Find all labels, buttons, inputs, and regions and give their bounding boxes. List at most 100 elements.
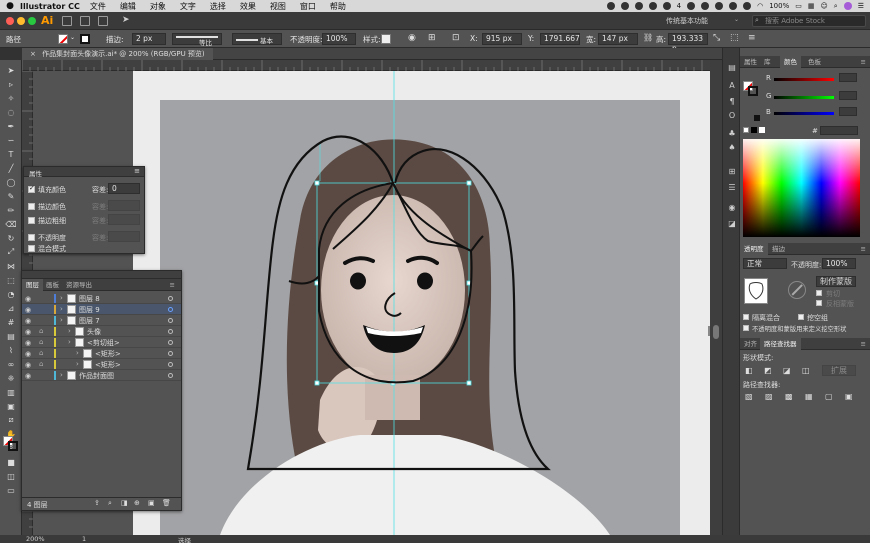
zoom-level[interactable]: 200%	[26, 535, 45, 543]
expand-button[interactable]: 扩展	[822, 365, 856, 376]
lock-icon[interactable]: ⌂	[39, 349, 43, 357]
tab-libraries[interactable]: 库	[760, 56, 775, 68]
outline-icon[interactable]: ▢	[825, 392, 833, 401]
red-slider[interactable]	[774, 78, 834, 81]
column-graph-tool-icon[interactable]: ▥	[4, 386, 18, 398]
tab-stroke[interactable]: 描边	[768, 243, 789, 255]
direct-selection-tool-icon[interactable]: ▹	[4, 78, 18, 90]
line-tool-icon[interactable]: ╱	[4, 162, 18, 174]
close-window-button[interactable]	[6, 17, 14, 25]
visibility-eye-icon[interactable]: ◉	[25, 361, 31, 369]
color-stroke-box[interactable]	[748, 86, 758, 96]
selection-tool-icon[interactable]: ➤	[4, 64, 18, 76]
curvature-tool-icon[interactable]: ∽	[4, 134, 18, 146]
tab-asset-export[interactable]: 资源导出	[62, 279, 96, 291]
arrange-documents-icon[interactable]	[98, 16, 108, 26]
last-color-swatch[interactable]	[754, 115, 760, 121]
transform-icon[interactable]: ⤡	[713, 33, 720, 43]
chevron-down-icon[interactable]: ⌄	[70, 34, 75, 41]
white-swatch[interactable]	[759, 127, 765, 133]
user-icon[interactable]: ☺	[820, 2, 827, 10]
opacity-field[interactable]: 100%	[822, 258, 856, 269]
panel-menu-icon[interactable]: ≡	[134, 167, 140, 175]
character-icon[interactable]: A	[726, 80, 738, 92]
stroke-weight-tolerance-field[interactable]	[108, 214, 140, 225]
target-circle-icon[interactable]	[168, 340, 173, 345]
gradient-tool-icon[interactable]: ▤	[4, 330, 18, 342]
drive-icon[interactable]	[687, 2, 696, 10]
hex-field[interactable]	[820, 126, 858, 135]
layer-name[interactable]: 图层 8	[79, 294, 100, 304]
paintbrush-tool-icon[interactable]: ✎	[4, 190, 18, 202]
merge-icon[interactable]: ▩	[785, 392, 793, 401]
clip-checkbox[interactable]	[816, 290, 822, 296]
black-swatch[interactable]	[751, 127, 757, 133]
pencil-tool-icon[interactable]: ✏	[4, 204, 18, 216]
timer-icon[interactable]	[715, 2, 724, 10]
symbol-sprayer-tool-icon[interactable]: ❈	[4, 372, 18, 384]
bridge-icon[interactable]	[80, 16, 90, 26]
align-to-icon[interactable]: ⊞	[428, 33, 436, 43]
menu-effect[interactable]: 效果	[240, 1, 256, 12]
tab-properties[interactable]: 属性	[740, 56, 761, 68]
stroke-color-box[interactable]	[8, 441, 18, 451]
layer-row[interactable]: ◉ › 作品封面图	[22, 370, 181, 381]
recolor-artwork-icon[interactable]: ◉	[408, 33, 416, 43]
siri-icon[interactable]	[843, 2, 852, 10]
target-circle-icon[interactable]	[168, 362, 173, 367]
lock-icon[interactable]: ⌂	[39, 360, 43, 368]
expand-toggle-icon[interactable]: ›	[76, 349, 79, 357]
variable-width-profile[interactable]: 等比	[172, 33, 222, 47]
lock-icon[interactable]: ⌂	[39, 338, 43, 346]
panel-menu-icon[interactable]: ≡	[166, 279, 179, 291]
input-method-icon[interactable]: ▦	[808, 2, 815, 10]
color-spectrum[interactable]	[743, 139, 860, 237]
stroke-tolerance-field[interactable]	[108, 200, 140, 211]
layer-name[interactable]: 头像	[87, 327, 101, 337]
x-position-field[interactable]: 915 px	[482, 33, 522, 45]
battery-icon[interactable]: ▭	[795, 2, 802, 10]
expand-toggle-icon[interactable]: ›	[76, 360, 79, 368]
eraser-tool-icon[interactable]: ⌫	[4, 218, 18, 230]
scrollbar-thumb[interactable]	[713, 325, 719, 339]
visibility-eye-icon[interactable]: ◉	[25, 339, 31, 347]
fill-color-checkbox[interactable]	[28, 184, 35, 193]
layer-row[interactable]: ◉ ⌂ › <剪切组>	[22, 337, 181, 348]
collect-export-icon[interactable]: ⇪	[94, 499, 100, 507]
transform-icon[interactable]: ⊞	[726, 166, 738, 178]
wifi-icon[interactable]: ◠	[757, 2, 763, 10]
knockout-group-checkbox[interactable]	[798, 314, 804, 320]
mesh-tool-icon[interactable]: #	[4, 316, 18, 328]
menu-window[interactable]: 窗口	[300, 1, 316, 12]
app-name-menu[interactable]: Illustrator CC	[20, 2, 80, 11]
apple-menu-icon[interactable]: ●	[0, 1, 20, 11]
stroke-weight-field[interactable]: 2 px	[132, 33, 166, 45]
lasso-tool-icon[interactable]: ◌	[4, 106, 18, 118]
exclude-icon[interactable]: ◫	[802, 366, 810, 375]
trim-icon[interactable]: ▨	[765, 392, 773, 401]
menu-file[interactable]: 文件	[90, 1, 106, 12]
layer-name[interactable]: <剪切组>	[87, 338, 120, 348]
chat-icon[interactable]	[648, 2, 657, 10]
artboard-navigation[interactable]: 1	[82, 535, 86, 543]
visibility-eye-icon[interactable]: ◉	[25, 317, 31, 325]
brushes-icon[interactable]: ♣	[726, 128, 738, 140]
gpu-preview-icon[interactable]: ➤	[122, 15, 130, 25]
green-slider[interactable]	[774, 96, 834, 99]
intersect-icon[interactable]: ◪	[783, 366, 791, 375]
menu-edit[interactable]: 编辑	[120, 1, 136, 12]
draw-mode-icon[interactable]: ◫	[4, 470, 18, 482]
panel-grip[interactable]	[22, 271, 181, 279]
expand-toggle-icon[interactable]: ›	[68, 338, 71, 346]
unite-icon[interactable]: ◧	[745, 366, 753, 375]
color-mode-icon[interactable]: ■	[4, 456, 18, 468]
minimize-window-button[interactable]	[17, 17, 25, 25]
blue-value-field[interactable]	[839, 107, 857, 116]
expand-toggle-icon[interactable]: ›	[68, 327, 71, 335]
panel-menu-icon[interactable]: ≡	[748, 33, 756, 43]
expand-toggle-icon[interactable]: ›	[60, 294, 63, 302]
visibility-eye-icon[interactable]: ◉	[25, 350, 31, 358]
visibility-eye-icon[interactable]: ◉	[25, 295, 31, 303]
layer-name[interactable]: 图层 7	[79, 316, 100, 326]
properties-icon[interactable]: ▤	[726, 62, 738, 74]
